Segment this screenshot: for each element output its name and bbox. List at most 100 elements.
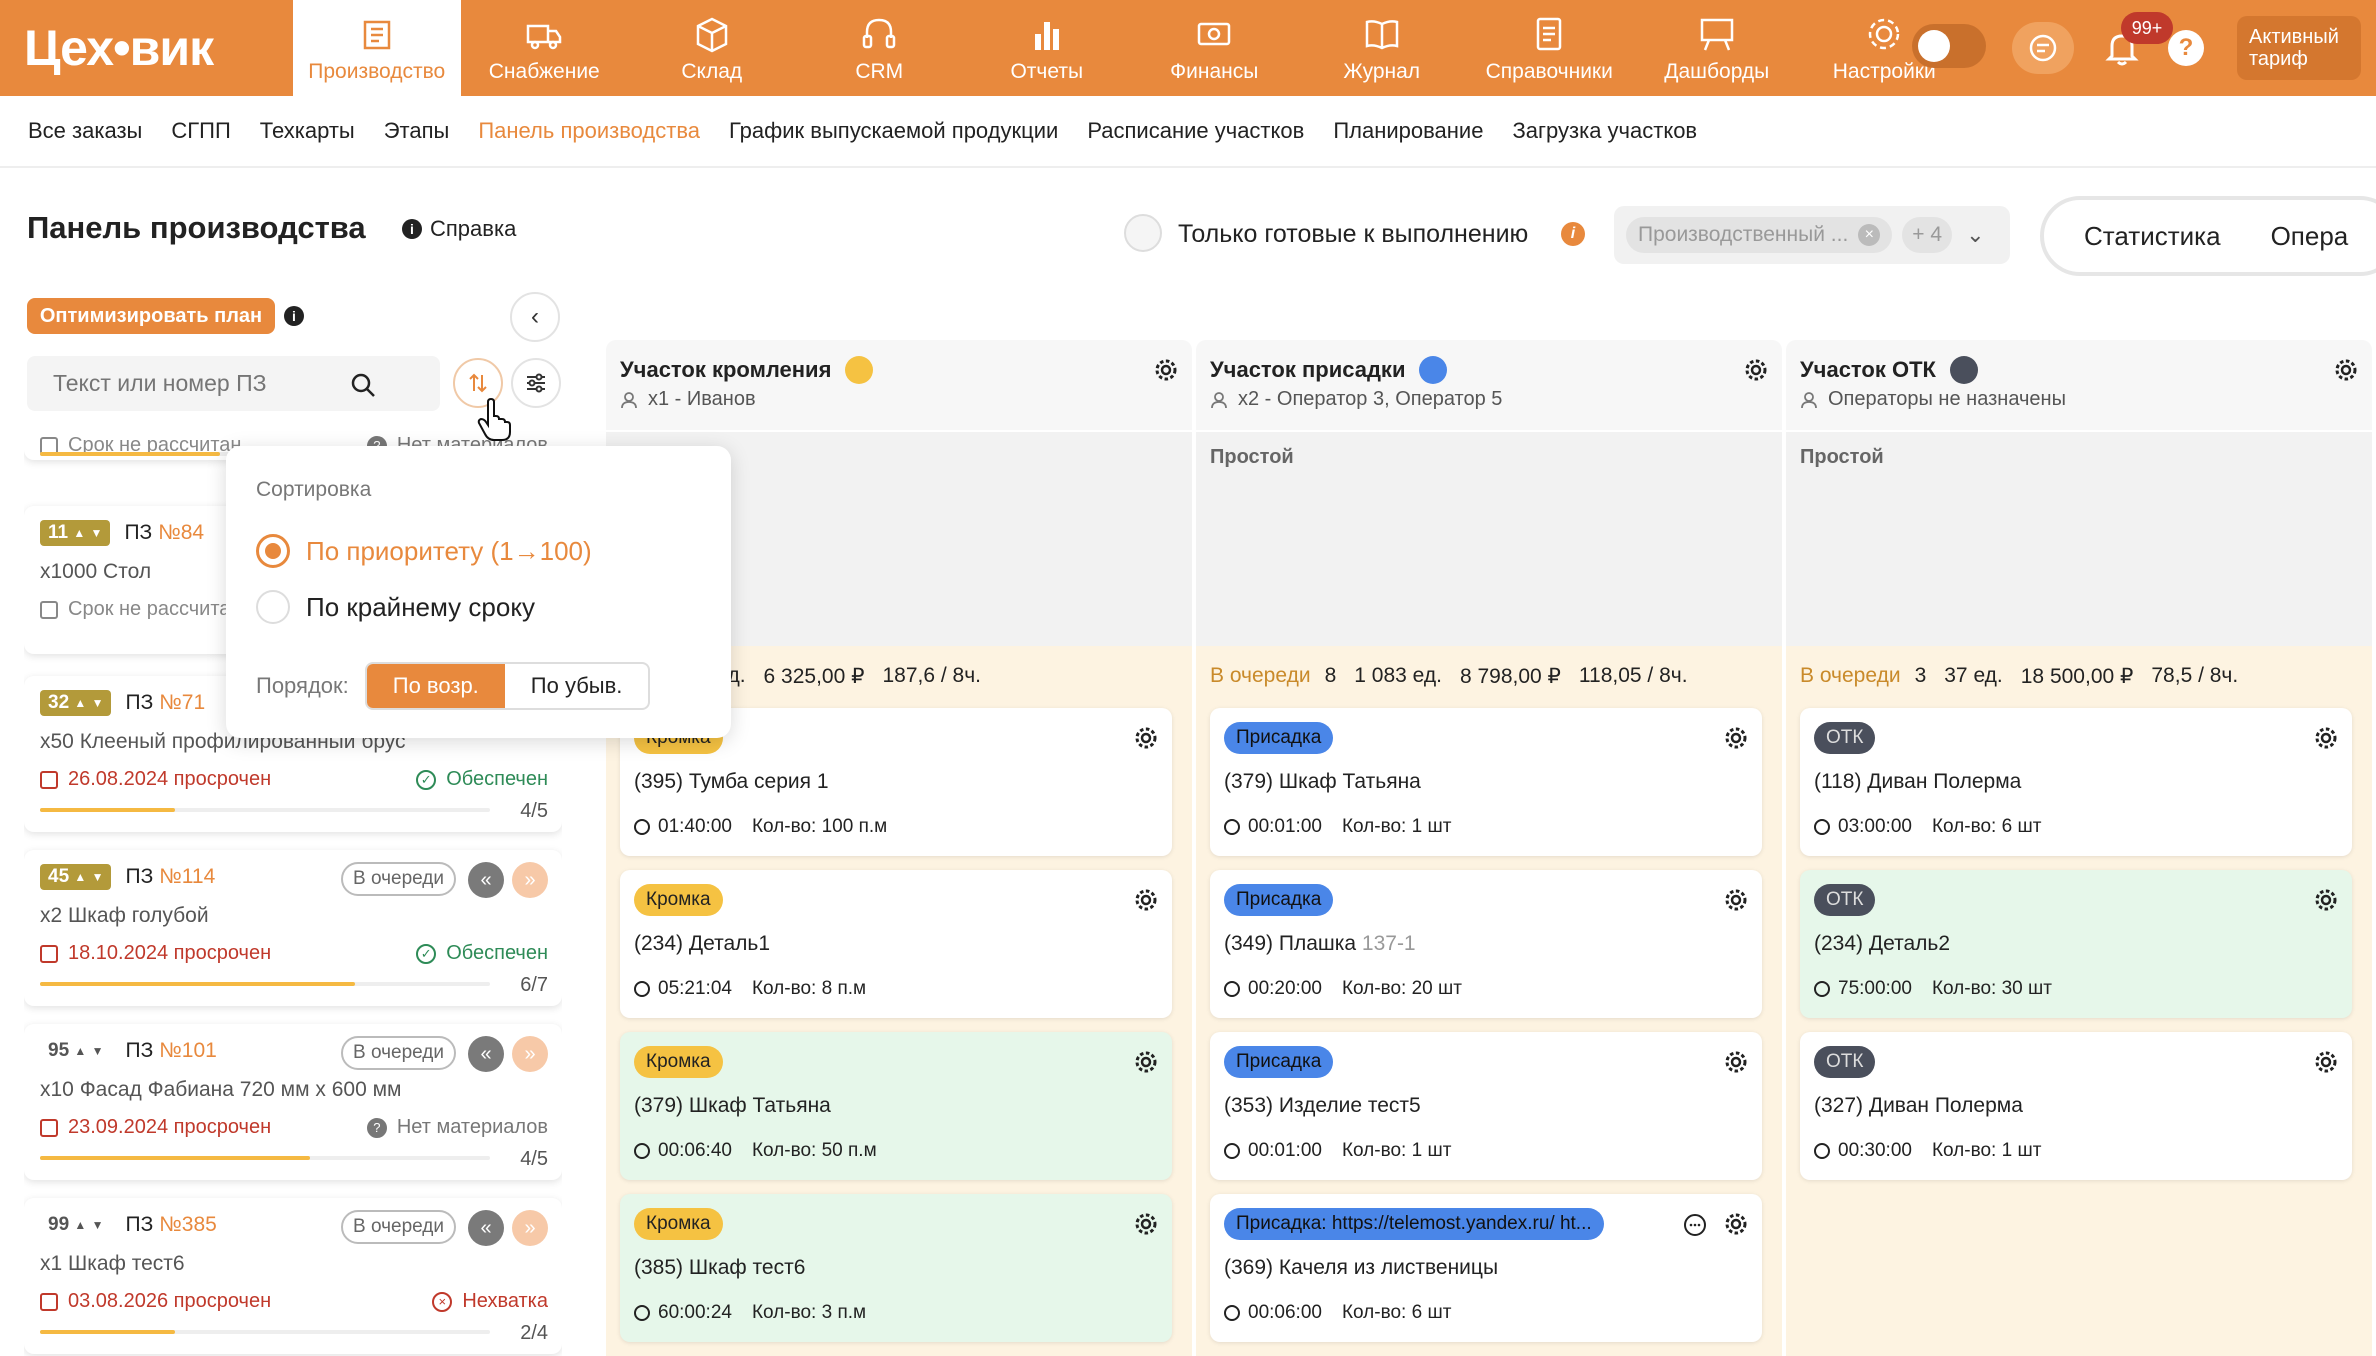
gear-icon[interactable] [2314,888,2338,912]
gear-icon[interactable] [1744,358,1768,382]
theme-toggle[interactable] [1912,24,1986,68]
collapse-sidebar-button[interactable]: ‹ [510,292,560,342]
search-input[interactable] [27,356,440,411]
gear-icon[interactable] [1724,726,1748,750]
move-forward-button[interactable]: » [512,1210,548,1246]
help-button[interactable]: ? [2168,30,2204,66]
task-card[interactable]: ОТК (327) Диван Полерма 00:30:00 Кол-во: 1… [1800,1032,2352,1180]
nav-item-4[interactable]: Отчеты [963,0,1131,96]
arrow-down-icon[interactable]: ▼ [92,696,104,710]
filter-settings-button[interactable] [511,358,561,408]
move-back-button[interactable]: « [468,1210,504,1246]
nav-item-1[interactable]: Снабжение [461,0,629,96]
help-link[interactable]: i Справка [402,216,516,242]
logo[interactable]: Цех•вик [24,14,264,82]
section-filter-select[interactable]: Производственный ... × + 4 ⌄ [1614,206,2010,264]
gear-icon[interactable] [1724,888,1748,912]
subnav-item-2[interactable]: Техкарты [260,118,355,144]
order-number[interactable]: №385 [159,1213,217,1237]
task-card[interactable]: Кромка (385) Шкаф тест6 60:00:24 Кол-во: 3… [620,1194,1172,1342]
arrow-down-icon[interactable]: ▼ [92,870,104,884]
close-icon[interactable]: × [1858,224,1881,246]
chevron-down-icon[interactable]: ⌄ [1966,222,1984,248]
nav-item-0[interactable]: Производство [293,0,461,96]
priority-badge[interactable]: 45 ▲ ▼ [40,864,112,890]
ready-only-toggle[interactable] [1124,214,1162,252]
subnav-item-5[interactable]: График выпускаемой продукции [729,118,1058,144]
task-card[interactable]: Присадка (353) Изделие тест5 00:01:00 Кол-… [1210,1032,1762,1180]
order-card[interactable]: 95 ▲ ▼ ПЗ №101 В очереди « » х10 Фасад Фабиана… [24,1024,562,1180]
arrow-up-icon[interactable]: ▲ [74,870,86,884]
gear-icon[interactable] [2314,726,2338,750]
priority-badge[interactable]: 11 ▲ ▼ [40,520,111,546]
tab-operators[interactable]: Опера [2271,221,2349,252]
gear-icon[interactable] [1134,888,1158,912]
move-back-button[interactable]: « [468,862,504,898]
subnav-item-8[interactable]: Загрузка участков [1512,118,1697,144]
task-card[interactable]: Кромка (379) Шкаф Татьяна 00:06:40 Кол-во:… [620,1032,1172,1180]
arrow-up-icon[interactable]: ▲ [74,1044,86,1058]
gear-icon[interactable] [1724,1050,1748,1074]
task-card[interactable]: Присадка (379) Шкаф Татьяна 00:01:00 Кол-в… [1210,708,1762,856]
subnav-item-7[interactable]: Планирование [1333,118,1483,144]
info-icon[interactable]: i [284,306,304,326]
nav-item-6[interactable]: Журнал [1298,0,1466,96]
subnav-item-3[interactable]: Этапы [384,118,450,144]
arrow-down-icon[interactable]: ▼ [91,526,103,540]
priority-badge[interactable]: 95 ▲ ▼ [40,1038,111,1064]
task-card[interactable]: ОТК (118) Диван Полерма 03:00:00 Кол-во: 6… [1800,708,2352,856]
priority-badge[interactable]: 99 ▲ ▼ [40,1212,111,1238]
order-card[interactable]: 45 ▲ ▼ ПЗ №114 В очереди « » х2 Шкаф голубой 18… [24,850,562,1006]
task-card[interactable]: Присадка: https://telemost.yandex.ru/ ht… [1210,1194,1762,1342]
move-forward-button[interactable]: » [512,862,548,898]
nav-item-2[interactable]: Склад [628,0,796,96]
nav-item-7[interactable]: Справочники [1466,0,1634,96]
arrow-up-icon[interactable]: ▲ [74,696,86,710]
task-name: (369) Качеля из лиственицы [1224,1256,1498,1280]
gear-icon[interactable] [1134,1050,1158,1074]
subnav-item-0[interactable]: Все заказы [28,118,142,144]
sort-asc-button[interactable]: По возр. [366,664,505,708]
task-meta: 05:21:04 Кол-во: 8 п.м [634,978,866,1000]
task-card[interactable]: Кромка (234) Деталь1 05:21:04 Кол-во: 8 п.… [620,870,1172,1018]
priority-badge[interactable]: 32 ▲ ▼ [40,690,112,716]
task-card[interactable]: ОТК (234) Деталь2 75:00:00 Кол-во: 30 шт [1800,870,2352,1018]
optimize-plan-button[interactable]: Оптимизировать план [27,298,275,334]
subnav-item-6[interactable]: Расписание участков [1087,118,1304,144]
arrow-up-icon[interactable]: ▲ [73,526,85,540]
arrow-up-icon[interactable]: ▲ [74,1218,86,1232]
info-icon[interactable]: i [1561,222,1585,246]
chat-button[interactable] [2012,22,2074,74]
gear-icon[interactable] [2314,1050,2338,1074]
order-number[interactable]: №71 [159,691,205,715]
task-name: (234) Деталь1 [634,932,770,956]
move-forward-button[interactable]: » [512,1036,548,1072]
move-back-button[interactable]: « [468,1036,504,1072]
gear-icon[interactable] [1724,1212,1748,1236]
sort-option-priority[interactable]: По приоритету (1→100) [256,534,592,568]
gear-icon[interactable] [1154,358,1178,382]
order-number[interactable]: №101 [159,1039,217,1063]
gear-icon[interactable] [2334,358,2358,382]
sort-popup: Сортировка По приоритету (1→100) По край… [226,446,731,738]
order-number[interactable]: №84 [158,521,204,545]
gear-icon[interactable] [1134,1212,1158,1236]
nav-item-3[interactable]: CRM [796,0,964,96]
search-icon[interactable] [350,372,376,398]
order-card[interactable]: 99 ▲ ▼ ПЗ №385 В очереди « » х1 Шкаф тест6 03.0… [24,1198,562,1354]
subnav-item-1[interactable]: СГПП [171,118,230,144]
sort-desc-button[interactable]: По убыв. [505,664,649,708]
subnav-item-4[interactable]: Панель производства [478,118,700,144]
chat-icon[interactable] [1682,1212,1708,1238]
nav-item-8[interactable]: Дашборды [1633,0,1801,96]
arrow-down-icon[interactable]: ▼ [92,1044,104,1058]
sort-option-deadline[interactable]: По крайнему сроку [256,590,535,624]
task-card[interactable]: Присадка (349) Плашка 137-1 00:20:00 Кол-во… [1210,870,1762,1018]
gear-icon[interactable] [1134,726,1158,750]
nav-item-5[interactable]: Финансы [1131,0,1299,96]
arrow-down-icon[interactable]: ▼ [92,1218,104,1232]
task-name: (327) Диван Полерма [1814,1094,2023,1118]
tariff-button[interactable]: Активный тариф [2237,16,2361,80]
order-number[interactable]: №114 [159,865,215,889]
tab-statistics[interactable]: Статистика [2084,221,2221,252]
